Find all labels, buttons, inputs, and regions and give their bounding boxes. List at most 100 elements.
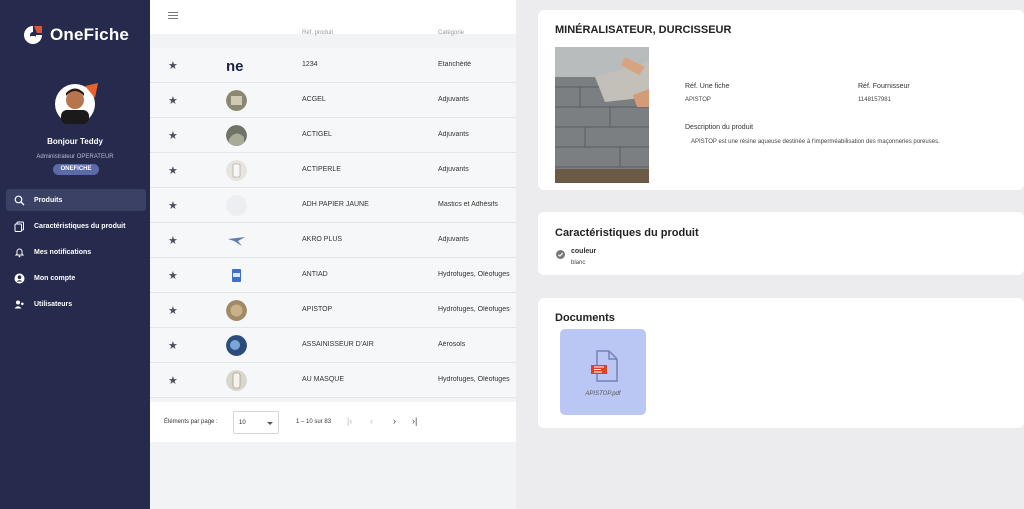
- column-header-category[interactable]: Catégorie: [438, 30, 464, 36]
- product-category: Étanchéité: [438, 61, 472, 68]
- documents-card: Documents APISTOP.pdf: [538, 298, 1024, 428]
- star-icon[interactable]: ★: [168, 269, 178, 282]
- product-category: Hydrofuges, Oléofuges: [438, 306, 510, 313]
- product-ref: 1234: [302, 61, 318, 68]
- product-ref: ACTIPERLE: [302, 166, 341, 173]
- product-ref: ACTIGEL: [302, 131, 332, 138]
- product-ref: APISTOP: [302, 306, 333, 313]
- star-icon[interactable]: ★: [168, 339, 178, 352]
- product-thumbnail: [226, 160, 247, 181]
- product-category: Aérosols: [438, 341, 466, 348]
- product-category: Adjuvants: [438, 131, 469, 138]
- product-image[interactable]: [555, 47, 649, 183]
- product-thumbnail: [226, 230, 247, 251]
- app-logo[interactable]: OneFiche: [22, 24, 129, 46]
- pdf-file-icon: [591, 350, 618, 382]
- top-bar: Réf. produit Catégorie: [150, 0, 516, 36]
- sidebar-item-utilisateurs[interactable]: Utilisateurs: [6, 293, 146, 315]
- description-label: Description du produit: [685, 124, 754, 131]
- table-row[interactable]: ★ ACTIGEL Adjuvants: [150, 118, 516, 153]
- first-page-icon[interactable]: |‹: [347, 416, 352, 426]
- onefiche-logo-icon: [24, 26, 42, 44]
- characteristic-name: couleur: [571, 248, 597, 255]
- star-icon[interactable]: ★: [168, 164, 178, 177]
- star-icon[interactable]: ★: [168, 59, 178, 72]
- product-list-panel: Réf. produit Catégorie ★ ne 1234 Étanché…: [150, 0, 516, 509]
- next-page-icon[interactable]: ›: [393, 416, 396, 426]
- star-icon[interactable]: ★: [168, 129, 178, 142]
- product-category: Mastics et Adhésifs: [438, 201, 498, 208]
- search-icon: [14, 195, 25, 205]
- sidebar-item-produits[interactable]: Produits: [6, 189, 146, 211]
- ref-fournisseur-value: 1148157981: [858, 97, 891, 103]
- product-category: Hydrofuges, Oléofuges: [438, 376, 510, 383]
- product-category: Adjuvants: [438, 96, 469, 103]
- product-title: MINÉRALISATEUR, DURCISSEUR: [555, 24, 732, 36]
- chevron-down-icon: [267, 422, 273, 425]
- items-per-page-select[interactable]: 10: [233, 411, 279, 434]
- sidebar-item-label: Caractéristiques du produit: [34, 222, 126, 230]
- app-logo-text: OneFiche: [50, 25, 130, 44]
- page-range: 1 – 10 sur 83: [296, 419, 332, 425]
- prev-page-icon[interactable]: ‹: [370, 416, 373, 426]
- menu-icon[interactable]: [168, 12, 178, 20]
- users-icon: [14, 300, 24, 308]
- product-ref: AU MASQUE: [302, 376, 345, 383]
- table-row[interactable]: ★ ACGEL Adjuvants: [150, 83, 516, 118]
- table-row[interactable]: ★ ne 1234 Étanchéité: [150, 48, 516, 83]
- product-thumbnail: [226, 125, 247, 146]
- column-header-ref[interactable]: Réf. produit: [302, 30, 333, 36]
- sidebar-item-label: Mes notifications: [34, 248, 92, 256]
- product-detail-panel: MINÉRALISATEUR, DURCISSEUR Réf. Une fich…: [516, 0, 1024, 509]
- items-per-page-value: 10: [239, 420, 246, 426]
- sidebar-nav: Produits Caractéristiques du produit Mes…: [6, 189, 146, 319]
- table-row[interactable]: ★ AKRO PLUS Adjuvants: [150, 223, 516, 258]
- sidebar-item-notifications[interactable]: Mes notifications: [6, 241, 146, 263]
- table-row[interactable]: ★ APISTOP Hydrofuges, Oléofuges: [150, 293, 516, 328]
- table-row[interactable]: ★ ANTIAD Hydrofuges, Oléofuges: [150, 258, 516, 293]
- product-ref: ADH PAPIER JAUNE: [302, 201, 369, 208]
- product-category: Adjuvants: [438, 236, 469, 243]
- product-thumbnail: [226, 195, 247, 216]
- avatar[interactable]: [55, 80, 99, 128]
- user-greeting: Bonjour Teddy: [47, 137, 103, 146]
- items-per-page-label: Éléments par page :: [164, 419, 218, 425]
- product-info-card: MINÉRALISATEUR, DURCISSEUR Réf. Une fich…: [538, 10, 1024, 190]
- org-badge: ONEFICHE: [53, 164, 99, 175]
- sidebar-item-label: Utilisateurs: [34, 300, 73, 308]
- ref-fournisseur-label: Réf. Fournisseur: [858, 83, 910, 90]
- table-row[interactable]: ★ ASSAINISSEUR D'AIR Aérosols: [150, 328, 516, 363]
- paginator: Éléments par page : 10 1 – 10 sur 83 |‹ …: [150, 402, 516, 442]
- product-category: Hydrofuges, Oléofuges: [438, 271, 510, 278]
- user-role: Administrateur OPERATEUR: [36, 154, 114, 160]
- product-thumbnail: [226, 370, 247, 391]
- characteristics-title: Caractéristiques du produit: [555, 227, 699, 239]
- table-row[interactable]: ★ ADH PAPIER JAUNE Mastics et Adhésifs: [150, 188, 516, 223]
- characteristic-value: blanc: [571, 260, 586, 266]
- check-circle-icon: [556, 250, 565, 259]
- last-page-icon[interactable]: ›|: [412, 416, 417, 426]
- star-icon[interactable]: ★: [168, 94, 178, 107]
- sidebar-item-caracteristiques[interactable]: Caractéristiques du produit: [6, 215, 146, 237]
- table-row[interactable]: ★ ACTIPERLE Adjuvants: [150, 153, 516, 188]
- product-thumbnail: ne: [226, 58, 244, 75]
- ref-fiche-value: APISTOP: [685, 97, 711, 103]
- sidebar-item-compte[interactable]: Mon compte: [6, 267, 146, 289]
- sidebar-item-label: Produits: [34, 196, 63, 204]
- star-icon[interactable]: ★: [168, 374, 178, 387]
- characteristics-card: Caractéristiques du produit couleur blan…: [538, 212, 1024, 275]
- copy-icon: [14, 221, 24, 232]
- product-table: ★ ne 1234 Étanchéité ★ ACGEL Adjuvants ★…: [150, 48, 516, 398]
- product-ref: ACGEL: [302, 96, 326, 103]
- document-name: APISTOP.pdf: [585, 391, 621, 397]
- product-thumbnail: [226, 265, 247, 286]
- table-row[interactable]: ★ AU MASQUE Hydrofuges, Oléofuges: [150, 363, 516, 398]
- product-category: Adjuvants: [438, 166, 469, 173]
- sidebar-item-label: Mon compte: [34, 274, 76, 282]
- product-thumbnail: [226, 335, 247, 356]
- star-icon[interactable]: ★: [168, 304, 178, 317]
- star-icon[interactable]: ★: [168, 234, 178, 247]
- star-icon[interactable]: ★: [168, 199, 178, 212]
- document-tile[interactable]: APISTOP.pdf: [560, 329, 646, 415]
- product-ref: ANTIAD: [302, 271, 328, 278]
